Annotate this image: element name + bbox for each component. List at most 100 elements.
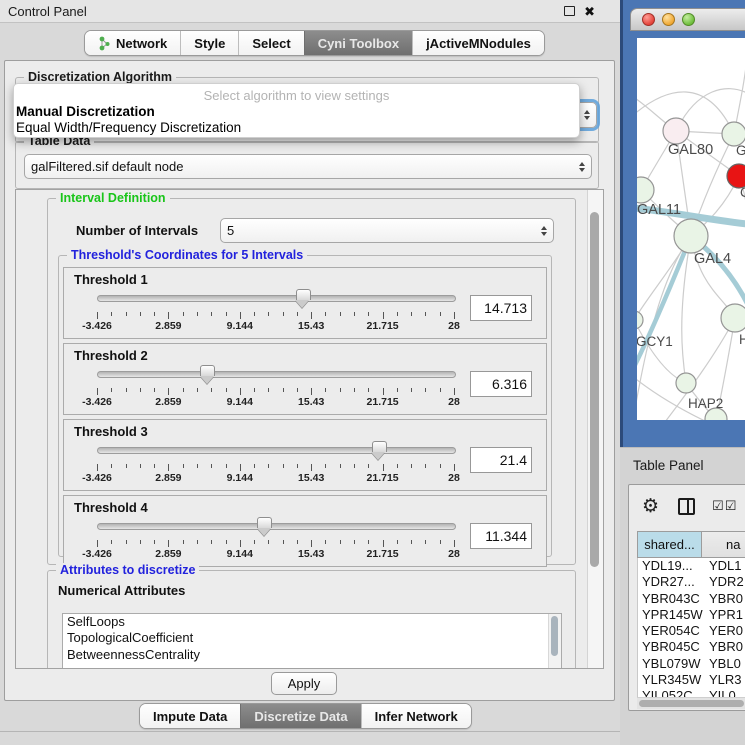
close-traffic-light-icon[interactable] (642, 13, 655, 26)
tab-network[interactable]: Network (85, 31, 180, 55)
threshold-value-field[interactable] (470, 295, 532, 321)
select-columns-checkboxes-icon[interactable]: ☑☑ (712, 498, 737, 514)
network-node-green[interactable] (637, 311, 643, 329)
slider-tick (226, 464, 227, 468)
network-node-label: GA (736, 143, 745, 158)
slider-tick (111, 312, 112, 316)
table-row[interactable]: YPR145WYPR1 (638, 607, 745, 623)
network-graph: GAL80GACGAL11GAL4GCY1HHAP2 (637, 38, 745, 420)
slider-tick (383, 312, 384, 319)
tab-cyni-toolbox[interactable]: Cyni Toolbox (304, 31, 412, 55)
threshold-value-field[interactable] (470, 447, 532, 473)
attributes-list-scrollbar[interactable] (548, 614, 561, 669)
slider-tick (140, 388, 141, 392)
threshold-value-field[interactable] (470, 371, 532, 397)
close-icon[interactable]: ✖ (584, 5, 595, 18)
slider-tick (268, 388, 269, 392)
attribute-list-item[interactable]: TopologicalCoefficient (63, 630, 561, 646)
attribute-list-item[interactable]: SelfLoops (63, 614, 561, 630)
slider-tick (240, 540, 241, 547)
tab-jactivemnodules[interactable]: jActiveMNodules (412, 31, 544, 55)
slider-tick (111, 388, 112, 392)
network-node-green[interactable] (721, 304, 745, 332)
settings-gear-icon[interactable]: ⚙ (642, 497, 659, 516)
slider-tick (154, 388, 155, 392)
slider-tick (254, 464, 255, 468)
column-header-name[interactable]: na (702, 531, 745, 558)
network-edge (637, 320, 686, 383)
slider-thumb[interactable] (257, 517, 273, 536)
settings-vertical-scrollbar[interactable] (587, 190, 603, 668)
slider-tick (454, 388, 455, 395)
tab-discretize-data[interactable]: Discretize Data (240, 704, 360, 728)
slider-tick (354, 464, 355, 468)
slider-tick (211, 312, 212, 316)
minimize-traffic-light-icon[interactable] (662, 13, 675, 26)
slider-tick-label: 21.715 (367, 472, 399, 484)
cell-shared-name: YBL079W (638, 656, 703, 672)
threshold-panel: Threshold 3-3.4262.8599.14415.4321.71528 (63, 419, 547, 491)
float-window-icon[interactable] (564, 6, 575, 16)
slider-tick (254, 540, 255, 544)
slider-track (97, 523, 456, 530)
table-row[interactable]: YBR043CYBR0 (638, 591, 745, 607)
slider-tick-label: 9.144 (227, 396, 253, 408)
slider-tick (283, 540, 284, 544)
tab-select[interactable]: Select (238, 31, 303, 55)
tab-label: jActiveMNodules (426, 36, 531, 51)
threshold-value-field[interactable] (470, 523, 532, 549)
tab-impute-data[interactable]: Impute Data (140, 704, 240, 728)
column-header-shared[interactable]: shared... (637, 531, 702, 558)
threshold-slider[interactable]: -3.4262.8599.14415.4321.71528 (97, 364, 454, 408)
table-row[interactable]: YDL19...YDL1 (638, 558, 745, 574)
table-row[interactable]: YBR045CYBR0 (638, 639, 745, 655)
table-row[interactable]: YDR27...YDR2 (638, 574, 745, 590)
slider-thumb[interactable] (200, 365, 216, 384)
slider-thumb[interactable] (295, 289, 311, 308)
slider-tick (325, 388, 326, 392)
network-view-window: GAL80GACGAL11GAL4GCY1HHAP2 (620, 0, 745, 447)
threshold-panel: Threshold 4-3.4262.8599.14415.4321.71528 (63, 495, 547, 567)
network-canvas[interactable]: GAL80GACGAL11GAL4GCY1HHAP2 (637, 38, 745, 420)
network-window-titlebar (630, 8, 745, 31)
network-node-label: GAL4 (694, 251, 731, 267)
split-columns-icon[interactable] (678, 498, 695, 515)
slider-tick (197, 464, 198, 468)
network-node-pink[interactable] (663, 118, 689, 144)
slider-tick (268, 464, 269, 468)
slider-thumb[interactable] (371, 441, 387, 460)
slider-tick (168, 540, 169, 547)
slider-tick (126, 540, 127, 544)
attribute-list-item[interactable]: BetweennessCentrality (63, 647, 561, 663)
number-of-intervals-spinner[interactable]: 5 (220, 218, 554, 243)
threshold-panel: Threshold 1-3.4262.8599.14415.4321.71528 (63, 267, 547, 339)
network-node-green[interactable] (676, 373, 696, 393)
slider-tick-label: 21.715 (367, 396, 399, 408)
table-row[interactable]: YIL052CYIL0 (638, 688, 745, 697)
tab-style[interactable]: Style (180, 31, 238, 55)
control-panel-tab-bar: NetworkStyleSelectCyni Toolbox jActiveMNo… (84, 30, 545, 56)
table-row[interactable]: YER054CYER0 (638, 623, 745, 639)
table-row[interactable]: YLR345WYLR3 (638, 672, 745, 688)
network-node-green[interactable] (637, 177, 654, 203)
algorithm-option[interactable]: Equal Width/Frequency Discretization (14, 120, 579, 136)
threshold-slider[interactable]: -3.4262.8599.14415.4321.71528 (97, 516, 454, 560)
slider-tick (368, 540, 369, 544)
threshold-slider[interactable]: -3.4262.8599.14415.4321.71528 (97, 288, 454, 332)
table-data-combobox[interactable]: galFiltered.sif default node (24, 154, 592, 179)
spinner-arrows-icon (536, 226, 547, 236)
numerical-attributes-list[interactable]: SelfLoopsTopologicalCoefficientBetweenne… (62, 613, 562, 669)
slider-tick (283, 388, 284, 392)
slider-tick (211, 388, 212, 392)
slider-tick (197, 388, 198, 392)
threshold-slider[interactable]: -3.4262.8599.14415.4321.71528 (97, 440, 454, 484)
slider-tick (411, 540, 412, 544)
slider-tick (183, 464, 184, 468)
apply-button[interactable]: Apply (271, 672, 337, 695)
network-node-green[interactable] (674, 219, 708, 253)
tab-infer-network[interactable]: Infer Network (361, 704, 471, 728)
zoom-traffic-light-icon[interactable] (682, 13, 695, 26)
table-horizontal-scrollbar[interactable] (637, 697, 745, 709)
algorithm-option[interactable]: Manual Discretization (14, 104, 579, 120)
table-row[interactable]: YBL079WYBL0 (638, 656, 745, 672)
